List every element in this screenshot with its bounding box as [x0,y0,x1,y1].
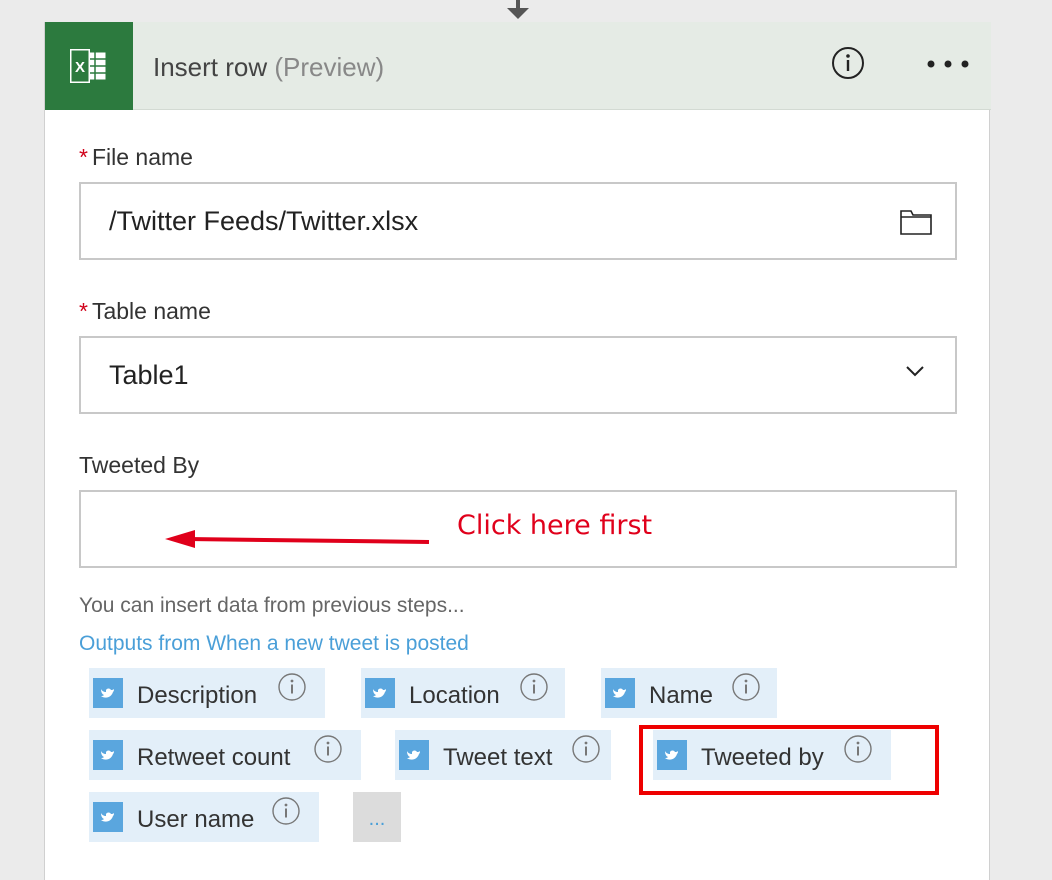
token-retweet-count[interactable]: Retweet count [89,730,361,780]
insert-row-card: X Insert row (Preview) * File name /Twitt… [44,22,991,880]
info-icon[interactable] [571,734,601,764]
file-name-input[interactable]: /Twitter Feeds/Twitter.xlsx [79,182,957,260]
token-tweet-text[interactable]: Tweet text [395,730,611,780]
excel-icon: X [45,22,133,110]
table-name-label-text: Table name [91,298,211,324]
token-label: Location [409,682,500,709]
info-icon[interactable] [277,672,307,702]
step-connector-arrow-icon [507,0,529,19]
tweeted-by-label: Tweeted By [79,452,200,478]
token-label: Tweet text [443,744,553,771]
twitter-icon [93,740,123,770]
help-text: You can insert data from previous steps.… [79,594,465,617]
annotation-arrow-icon [165,530,430,548]
folder-icon[interactable] [899,208,933,236]
token-name[interactable]: Name [601,668,777,718]
table-name-select[interactable]: Table1 [79,336,957,414]
annotation-text: Click here first [457,510,653,541]
outputs-link[interactable]: Outputs from When a new tweet is posted [79,632,469,656]
required-mark: * [79,298,88,324]
card-title: Insert row (Preview) [153,52,384,83]
required-mark: * [79,144,88,170]
info-icon[interactable] [271,796,301,826]
table-name-value: Table1 [109,360,189,390]
token-label: Retweet count [137,744,291,771]
token-label: User name [137,806,255,833]
more-tokens-button[interactable]: ... [353,792,401,842]
twitter-icon [93,678,123,708]
info-icon[interactable] [313,734,343,764]
svg-text:X: X [75,59,85,76]
highlight-box [639,725,939,795]
token-description[interactable]: Description [89,668,325,718]
token-location[interactable]: Location [361,668,565,718]
file-name-label-text: File name [91,144,193,170]
card-title-text: Insert row [153,52,268,82]
token-label: Name [649,682,714,709]
file-name-label: * File name [79,144,193,171]
token-label: Description [137,682,258,709]
info-icon[interactable] [831,46,865,80]
chevron-down-icon[interactable] [905,364,925,378]
table-name-label: * Table name [79,298,211,325]
twitter-icon [399,740,429,770]
twitter-icon [605,678,635,708]
card-header[interactable]: X Insert row (Preview) [45,22,991,110]
token-user-name[interactable]: User name [89,792,319,842]
info-icon[interactable] [731,672,761,702]
more-icon[interactable] [923,54,973,74]
twitter-icon [365,678,395,708]
info-icon[interactable] [519,672,549,702]
card-title-preview: (Preview) [274,52,385,82]
twitter-icon [93,802,123,832]
file-name-value: /Twitter Feeds/Twitter.xlsx [109,206,419,236]
